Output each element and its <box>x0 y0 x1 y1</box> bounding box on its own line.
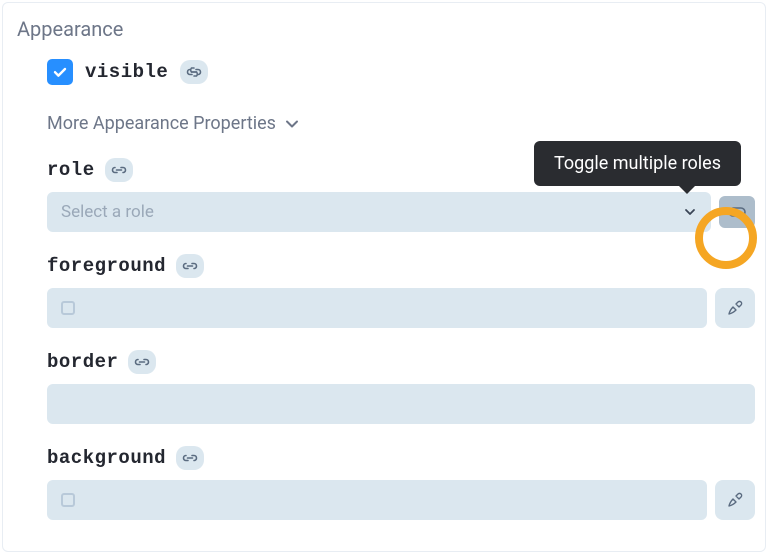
color-swatch-empty <box>61 493 75 507</box>
more-appearance-toggle[interactable]: More Appearance Properties <box>17 113 755 134</box>
more-appearance-label: More Appearance Properties <box>47 113 276 134</box>
border-label: border <box>47 351 118 373</box>
link-icon[interactable] <box>128 350 156 374</box>
foreground-input[interactable] <box>47 288 707 328</box>
link-icon[interactable] <box>176 254 204 278</box>
section-title: Appearance <box>17 17 755 41</box>
foreground-label: foreground <box>47 255 166 277</box>
color-swatch-empty <box>61 301 75 315</box>
link-icon[interactable] <box>176 446 204 470</box>
background-input[interactable] <box>47 480 707 520</box>
link-icon[interactable] <box>105 158 133 182</box>
toggle-multiple-roles-button[interactable] <box>719 196 755 228</box>
link-icon[interactable] <box>180 60 208 84</box>
foreground-picker-button[interactable] <box>715 288 755 328</box>
role-placeholder: Select a role <box>61 202 154 222</box>
background-picker-button[interactable] <box>715 480 755 520</box>
prop-foreground: foreground <box>17 254 755 328</box>
visible-row: visible <box>17 59 755 85</box>
prop-background: background <box>17 446 755 520</box>
visible-label: visible <box>85 61 168 83</box>
prop-border: border <box>17 350 755 424</box>
tooltip: Toggle multiple roles <box>534 141 741 186</box>
visible-checkbox[interactable] <box>47 59 73 85</box>
chevron-down-icon <box>284 116 300 132</box>
role-label: role <box>47 159 95 181</box>
eyedropper-icon <box>726 491 744 509</box>
background-label: background <box>47 447 166 469</box>
toggle-icon <box>728 206 746 218</box>
border-input[interactable] <box>47 384 755 424</box>
chevron-down-icon <box>683 205 697 219</box>
appearance-panel: Appearance visible More Appearance Prope… <box>2 2 766 552</box>
eyedropper-icon <box>726 299 744 317</box>
role-select[interactable]: Select a role <box>47 192 711 232</box>
checkmark-icon <box>52 64 68 80</box>
